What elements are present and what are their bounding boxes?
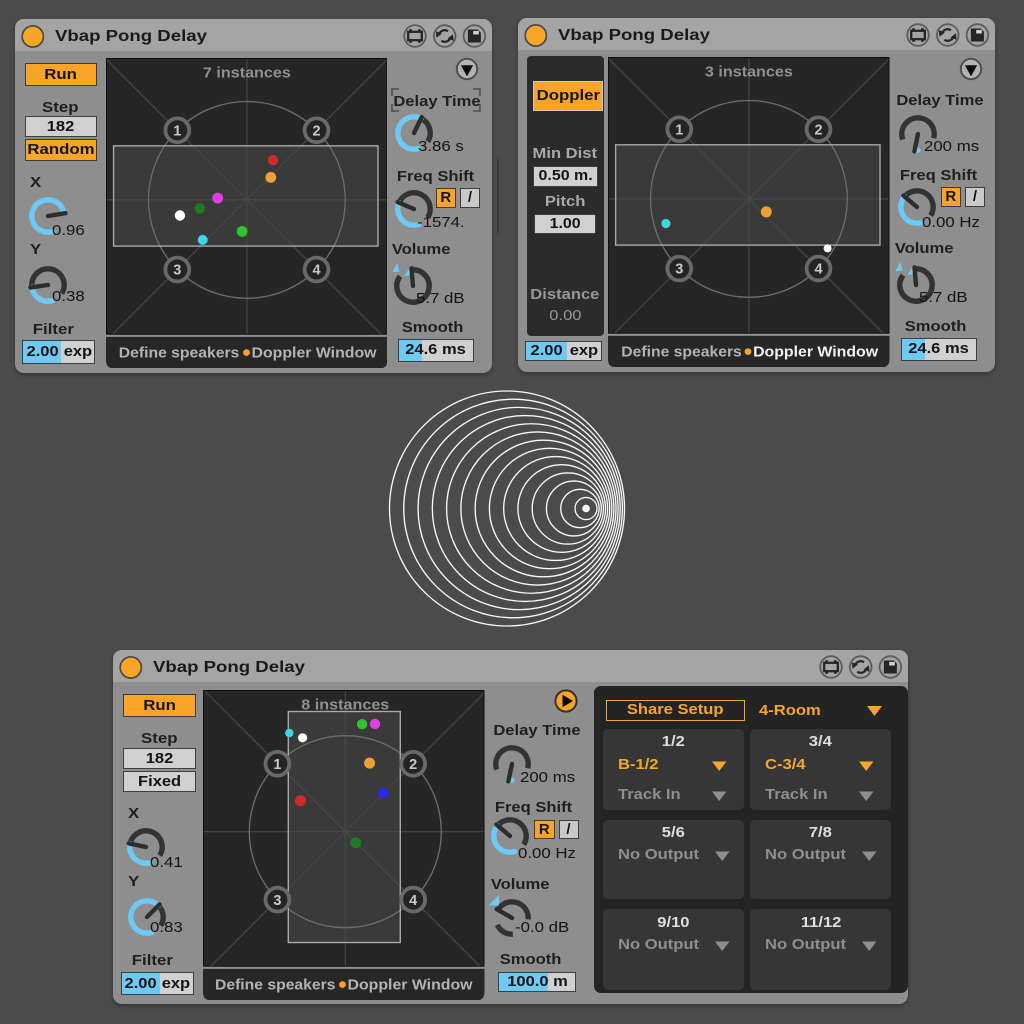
svg-text:Define speakers: Define speakers xyxy=(118,345,238,361)
svg-text:3: 3 xyxy=(676,261,684,277)
svg-text:3: 3 xyxy=(173,262,181,278)
svg-text:8 instances: 8 instances xyxy=(301,698,389,714)
svg-text:2: 2 xyxy=(409,757,417,773)
svg-text:2: 2 xyxy=(312,123,320,139)
svg-text:4: 4 xyxy=(409,893,417,909)
svg-text:1: 1 xyxy=(173,123,181,139)
svg-text:Doppler Window: Doppler Window xyxy=(251,345,377,361)
svg-text:2: 2 xyxy=(815,122,823,138)
svg-text:1: 1 xyxy=(676,122,684,138)
svg-text:7 instances: 7 instances xyxy=(202,65,290,81)
svg-text:Doppler Window: Doppler Window xyxy=(348,978,474,994)
svg-text:1: 1 xyxy=(273,757,281,773)
svg-text:Doppler Window: Doppler Window xyxy=(753,344,879,360)
svg-text:Define speakers: Define speakers xyxy=(215,978,336,994)
svg-text:4: 4 xyxy=(312,262,320,278)
svg-text:3: 3 xyxy=(273,893,281,909)
svg-text:4: 4 xyxy=(815,261,823,277)
svg-text:Define speakers: Define speakers xyxy=(622,344,743,360)
svg-text:3 instances: 3 instances xyxy=(705,64,793,80)
